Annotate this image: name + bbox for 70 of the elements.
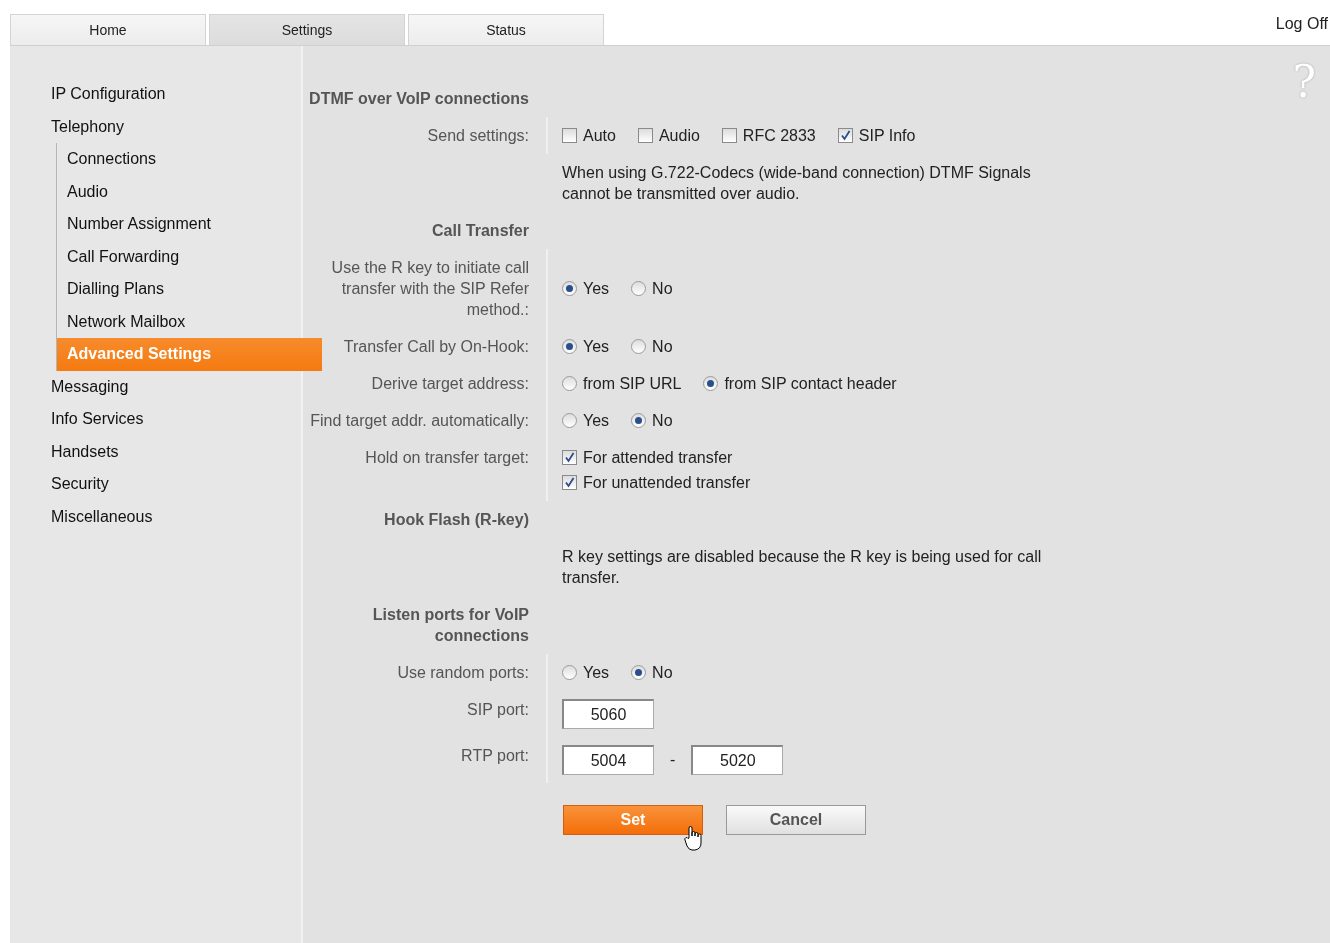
- radio-button[interactable]: [562, 413, 577, 428]
- checkbox[interactable]: [562, 475, 577, 490]
- checkbox-label: For attended transfer: [583, 448, 733, 468]
- sidebar-item[interactable]: Telephony: [10, 110, 301, 143]
- field-label: Send settings:: [426, 126, 530, 146]
- sidebar-subitem[interactable]: Number Assignment: [57, 208, 322, 241]
- checkbox-label: Audio: [658, 126, 700, 146]
- section-heading: Call Transfer: [431, 221, 530, 241]
- radio-label: No: [652, 663, 673, 683]
- field-label: Use random ports:: [396, 663, 530, 683]
- radio-label: No: [652, 411, 673, 431]
- radio-button[interactable]: [631, 339, 647, 354]
- radio-button[interactable]: [631, 413, 647, 428]
- sidebar-subitem[interactable]: Connections: [57, 143, 322, 176]
- checkbox-label: Auto: [583, 126, 616, 146]
- radio-button[interactable]: [562, 665, 577, 680]
- sidebar-subitem[interactable]: Dialling Plans: [57, 273, 322, 306]
- checkbox[interactable]: [637, 128, 653, 143]
- cancel-button[interactable]: Cancel: [726, 805, 866, 835]
- field-label: Hold on transfer target:: [364, 448, 530, 468]
- radio-label: from SIP URL: [583, 374, 682, 394]
- sidebar-subitem[interactable]: Call Forwarding: [57, 240, 322, 273]
- sidebar-subitem[interactable]: Audio: [57, 175, 322, 208]
- sidebar-item[interactable]: Miscellaneous: [10, 500, 301, 533]
- sidebar-item[interactable]: Handsets: [10, 435, 301, 468]
- section-heading: DTMF over VoIP connections: [308, 89, 530, 109]
- radio-label: Yes: [583, 279, 610, 299]
- radio-button[interactable]: [703, 376, 719, 391]
- section-heading: Hook Flash (R-key): [383, 510, 530, 530]
- radio-button[interactable]: [562, 376, 577, 391]
- checkbox[interactable]: [721, 128, 737, 143]
- log-off-link[interactable]: Log Off: [1275, 15, 1328, 33]
- radio-label: No: [652, 337, 673, 357]
- checkbox-label: SIP Info: [858, 126, 916, 146]
- field-label: RTP port:: [460, 746, 530, 766]
- field-label: Find target addr. automatically:: [309, 411, 530, 431]
- radio-button[interactable]: [631, 281, 647, 296]
- info-text: R key settings are disabled because the R key is being used for call transfer.: [562, 547, 1043, 588]
- radio-button[interactable]: [562, 281, 577, 296]
- sidebar-item[interactable]: Info Services: [10, 403, 301, 436]
- radio-button[interactable]: [562, 339, 577, 354]
- info-text: When using G.722-Codecs (wide-band connection) DTMF Signals cannot be transmitted over audio.: [562, 163, 1032, 204]
- radio-label: Yes: [583, 411, 610, 431]
- checkbox[interactable]: [562, 128, 577, 143]
- sidebar-item[interactable]: IP Configuration: [10, 78, 301, 111]
- sidebar-subitem[interactable]: Network Mailbox: [57, 305, 322, 338]
- field-label: Use the R key to initiate call transfer with the SIP Refer method.:: [330, 258, 530, 320]
- range-separator: -: [670, 751, 676, 769]
- hand-cursor-icon: [683, 825, 705, 851]
- field-label: SIP port:: [466, 700, 530, 720]
- checkbox-label: RFC 2833: [742, 126, 816, 146]
- nav-tab[interactable]: Settings: [209, 14, 405, 45]
- sidebar-item[interactable]: Security: [10, 468, 301, 501]
- checkbox-label: For unattended transfer: [583, 473, 751, 493]
- nav-tab[interactable]: Home: [10, 14, 206, 45]
- input-field[interactable]: 5004: [562, 745, 654, 775]
- input-field[interactable]: 5020: [691, 745, 784, 775]
- radio-button[interactable]: [631, 665, 647, 680]
- radio-label: No: [652, 279, 673, 299]
- field-label: Transfer Call by On-Hook:: [342, 337, 530, 357]
- checkbox[interactable]: [562, 450, 577, 465]
- radio-label: Yes: [583, 337, 610, 357]
- radio-label: from SIP contact header: [724, 374, 897, 394]
- field-label: Derive target address:: [370, 374, 530, 394]
- sidebar-item[interactable]: Messaging: [10, 370, 301, 403]
- checkbox[interactable]: [837, 128, 853, 143]
- radio-label: Yes: [583, 663, 610, 683]
- section-heading: Listen ports for VoIP connections: [371, 605, 530, 646]
- input-field[interactable]: 5060: [562, 699, 654, 729]
- nav-tab[interactable]: Status: [408, 14, 604, 45]
